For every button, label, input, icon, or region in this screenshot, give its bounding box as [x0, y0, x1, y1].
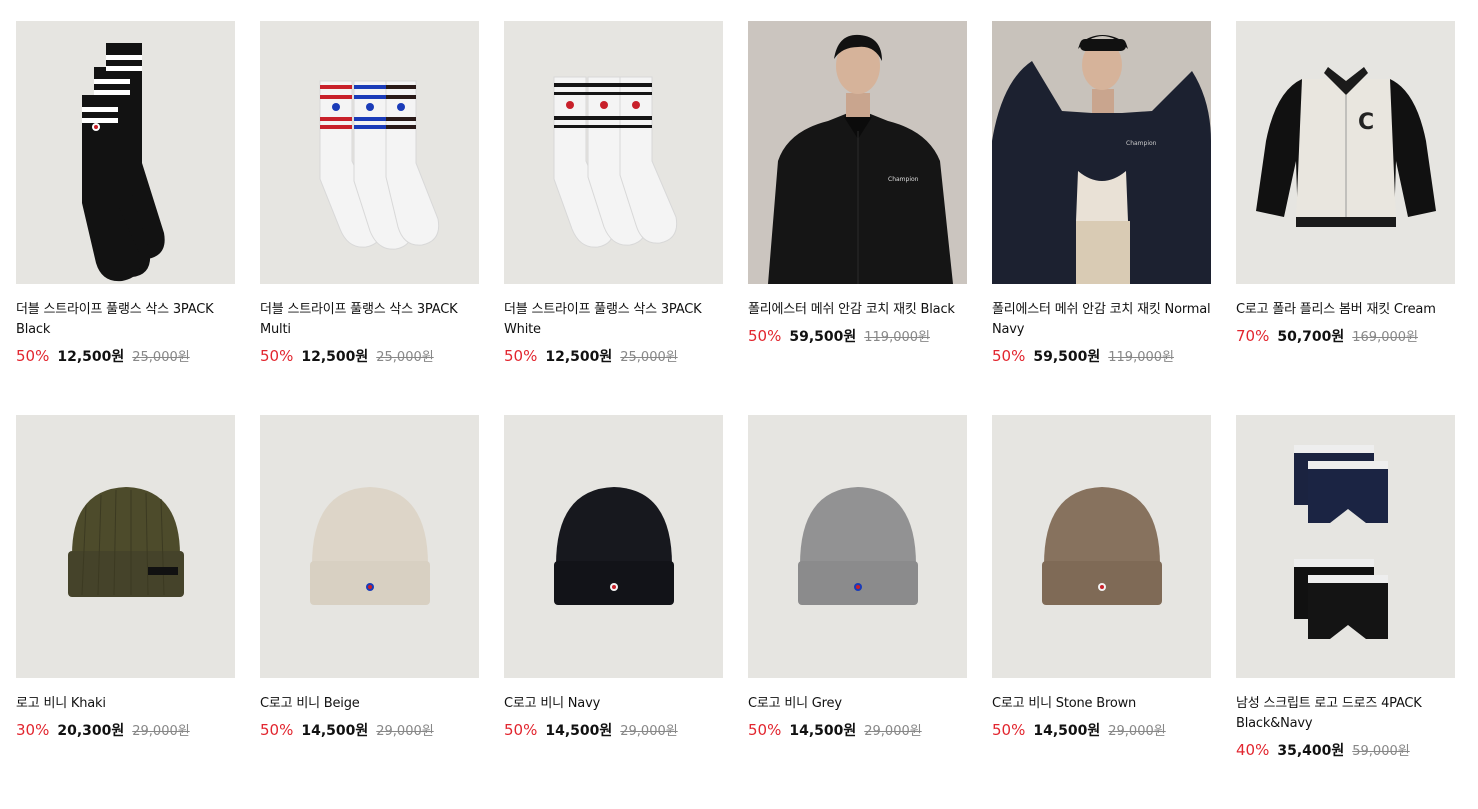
product-name[interactable]: C로고 비니 Navy [504, 694, 723, 714]
discount-rate: 40% [1236, 741, 1270, 759]
product-price: 70% 50,700원 169,000원 [1236, 326, 1455, 348]
product-card[interactable]: 로고 비니 Khaki 30% 20,300원 29,000원 [16, 415, 235, 809]
product-image-grey-beanie[interactable] [748, 415, 967, 678]
product-grid: 더블 스트라이프 풀랭스 삭스 3PACK Black 50% 12,500원 25… [16, 21, 1455, 809]
original-price: 29,000원 [376, 724, 434, 739]
product-image-navy-beanie[interactable] [504, 415, 723, 678]
sale-price: 50,700원 [1277, 329, 1345, 345]
original-price: 29,000원 [132, 724, 190, 739]
original-price: 119,000원 [864, 330, 930, 345]
discount-rate: 50% [748, 721, 782, 739]
sale-price: 14,500원 [1033, 723, 1101, 739]
discount-rate: 50% [260, 721, 294, 739]
product-price: 50% 59,500원 119,000원 [992, 346, 1211, 368]
product-price: 50% 14,500원 29,000원 [260, 720, 479, 742]
product-name[interactable]: 폴리에스터 메쉬 안감 코치 재킷 Black [748, 300, 967, 320]
product-name[interactable]: C로고 비니 Grey [748, 694, 967, 714]
sale-price: 14,500원 [545, 723, 613, 739]
product-card[interactable]: C C로고 폴라 플리스 봄버 재킷 Cream 70% 50,700원 169,0… [1236, 21, 1455, 415]
product-name[interactable]: C로고 비니 Stone Brown [992, 694, 1211, 714]
product-name[interactable]: 남성 스크립트 로고 드로즈 4PACK Black&Navy [1236, 694, 1455, 734]
sale-price: 59,500원 [789, 329, 857, 345]
product-image-beige-beanie[interactable] [260, 415, 479, 678]
product-name[interactable]: 더블 스트라이프 풀랭스 삭스 3PACK Multi [260, 300, 479, 340]
product-name[interactable]: C로고 폴라 플리스 봄버 재킷 Cream [1236, 300, 1455, 320]
discount-rate: 50% [992, 721, 1026, 739]
product-image-white-socks[interactable] [504, 21, 723, 284]
product-price: 50% 14,500원 29,000원 [748, 720, 967, 742]
product-card[interactable]: 더블 스트라이프 풀랭스 삭스 3PACK Multi 50% 12,500원 25… [260, 21, 479, 415]
original-price: 25,000원 [132, 350, 190, 365]
sale-price: 59,500원 [1033, 349, 1101, 365]
sale-price: 12,500원 [57, 349, 125, 365]
original-price: 119,000원 [1108, 350, 1174, 365]
svg-text:Champion: Champion [888, 176, 919, 183]
product-price: 50% 59,500원 119,000원 [748, 326, 967, 348]
product-card[interactable]: Champion 폴리에스터 메쉬 안감 코치 재킷 Black 50% 59,5… [748, 21, 967, 415]
product-image-stone-brown-beanie[interactable] [992, 415, 1211, 678]
discount-rate: 30% [16, 721, 50, 739]
original-price: 169,000원 [1352, 330, 1418, 345]
discount-rate: 50% [504, 347, 538, 365]
discount-rate: 50% [16, 347, 50, 365]
discount-rate: 50% [992, 347, 1026, 365]
product-image-navy-coach-jacket[interactable]: Champion [992, 21, 1211, 284]
product-name[interactable]: C로고 비니 Beige [260, 694, 479, 714]
product-image-cream-fleece-bomber[interactable]: C [1236, 21, 1455, 284]
product-image-drawers-4pack[interactable] [1236, 415, 1455, 678]
sale-price: 14,500원 [301, 723, 369, 739]
discount-rate: 70% [1236, 327, 1270, 345]
product-card[interactable]: 더블 스트라이프 풀랭스 삭스 3PACK White 50% 12,500원 25… [504, 21, 723, 415]
product-card[interactable]: Champion 폴리에스터 메쉬 안감 코치 재킷 Normal Navy 5… [992, 21, 1211, 415]
product-image-black-socks[interactable] [16, 21, 235, 284]
product-price: 50% 14,500원 29,000원 [992, 720, 1211, 742]
product-image-khaki-beanie[interactable] [16, 415, 235, 678]
sale-price: 35,400원 [1277, 743, 1345, 759]
product-price: 30% 20,300원 29,000원 [16, 720, 235, 742]
discount-rate: 50% [260, 347, 294, 365]
discount-rate: 50% [748, 327, 782, 345]
sale-price: 20,300원 [57, 723, 125, 739]
product-image-multi-socks[interactable] [260, 21, 479, 284]
product-price: 50% 12,500원 25,000원 [260, 346, 479, 368]
original-price: 29,000원 [864, 724, 922, 739]
product-card[interactable]: C로고 비니 Navy 50% 14,500원 29,000원 [504, 415, 723, 809]
product-name[interactable]: 로고 비니 Khaki [16, 694, 235, 714]
product-name[interactable]: 폴리에스터 메쉬 안감 코치 재킷 Normal Navy [992, 300, 1211, 340]
product-price: 40% 35,400원 59,000원 [1236, 740, 1455, 762]
product-price: 50% 14,500원 29,000원 [504, 720, 723, 742]
original-price: 29,000원 [1108, 724, 1166, 739]
product-card[interactable]: 더블 스트라이프 풀랭스 삭스 3PACK Black 50% 12,500원 25… [16, 21, 235, 415]
product-price: 50% 12,500원 25,000원 [16, 346, 235, 368]
original-price: 25,000원 [620, 350, 678, 365]
sale-price: 12,500원 [301, 349, 369, 365]
product-card[interactable]: C로고 비니 Grey 50% 14,500원 29,000원 [748, 415, 967, 809]
product-image-black-coach-jacket[interactable]: Champion [748, 21, 967, 284]
sale-price: 12,500원 [545, 349, 613, 365]
product-card[interactable]: 남성 스크립트 로고 드로즈 4PACK Black&Navy 40% 35,40… [1236, 415, 1455, 809]
product-card[interactable]: C로고 비니 Beige 50% 14,500원 29,000원 [260, 415, 479, 809]
original-price: 29,000원 [620, 724, 678, 739]
original-price: 59,000원 [1352, 744, 1410, 759]
product-name[interactable]: 더블 스트라이프 풀랭스 삭스 3PACK White [504, 300, 723, 340]
original-price: 25,000원 [376, 350, 434, 365]
svg-text:Champion: Champion [1126, 140, 1157, 147]
discount-rate: 50% [504, 721, 538, 739]
product-name[interactable]: 더블 스트라이프 풀랭스 삭스 3PACK Black [16, 300, 235, 340]
product-price: 50% 12,500원 25,000원 [504, 346, 723, 368]
sale-price: 14,500원 [789, 723, 857, 739]
product-card[interactable]: C로고 비니 Stone Brown 50% 14,500원 29,000원 [992, 415, 1211, 809]
svg-text:C: C [1358, 110, 1374, 135]
